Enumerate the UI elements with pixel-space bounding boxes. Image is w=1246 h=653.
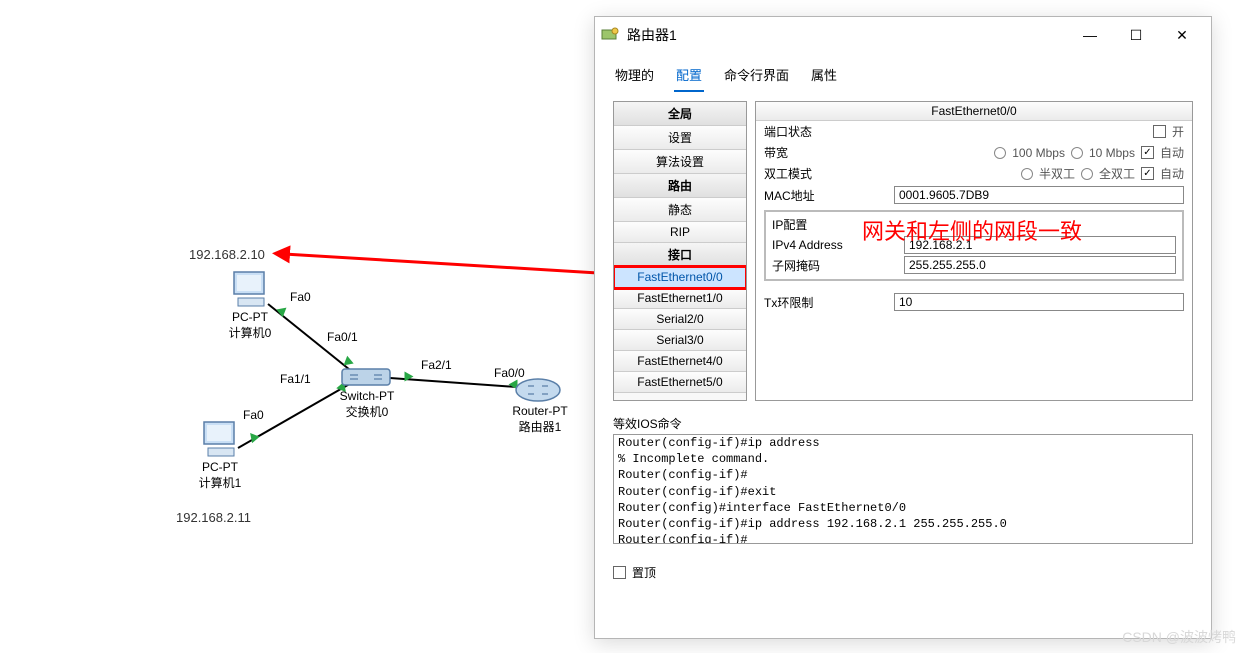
pin-top-label: 置顶 [632,564,656,581]
titlebar[interactable]: 路由器1 — ☐ ✕ [595,17,1211,53]
router-config-dialog: 路由器1 — ☐ ✕ 物理的 配置 命令行界面 属性 全局 设置 算法设置 路由… [594,16,1212,639]
annotation-text: 网关和左侧的网段一致 [862,214,1082,246]
config-panel: FastEthernet0/0 端口状态 开 带宽 100 Mbps 10 Mb… [755,101,1193,401]
tab-cli[interactable]: 命令行界面 [722,59,791,92]
ios-label: 等效IOS命令 [613,415,1193,432]
config-sidebar: 全局 设置 算法设置 路由 静态 RIP 接口 FastEthernet0/0 … [613,101,747,401]
pc1-port-label: Fa0 [243,408,264,422]
mask-input[interactable] [904,256,1176,274]
bandwidth-radio-10[interactable] [1071,147,1083,159]
duplex-label: 双工模式 [764,165,894,182]
panel-title: FastEthernet0/0 [756,102,1192,121]
bandwidth-auto-checkbox[interactable]: ✓ [1141,146,1154,159]
duplex-auto-checkbox[interactable]: ✓ [1141,167,1154,180]
watermark: CSDN @波波烤鸭 [1122,627,1236,647]
tabs: 物理的 配置 命令行界面 属性 [595,53,1211,93]
mac-label: MAC地址 [764,187,894,204]
sidebar-item-fe00[interactable]: FastEthernet0/0 [614,267,746,288]
port-status-checkbox[interactable] [1153,125,1166,138]
close-button[interactable]: ✕ [1159,20,1205,50]
sidebar-header-routing[interactable]: 路由 [614,174,746,198]
duplex-radio-full[interactable] [1081,168,1093,180]
pc1-icon[interactable] [200,418,242,463]
mask-label: 子网掩码 [772,257,904,274]
pc0-ip-label: 192.168.2.10 [189,247,265,262]
pc0-label: PC-PT 计算机0 [225,310,275,341]
sidebar-item-se20[interactable]: Serial2/0 [614,309,746,330]
ios-output[interactable]: Router(config-if)#ip address % Incomplet… [613,434,1193,544]
txring-label: Tx环限制 [764,294,894,311]
switch-port-fa01: Fa0/1 [327,330,358,344]
switch0-label: Switch-PT 交换机0 [332,389,402,420]
minimize-button[interactable]: — [1067,20,1113,50]
sidebar-header-global[interactable]: 全局 [614,102,746,126]
bandwidth-radio-100[interactable] [994,147,1006,159]
pc1-label: PC-PT 计算机1 [195,460,245,491]
sidebar-item-settings[interactable]: 设置 [614,126,746,150]
sidebar-header-interface[interactable]: 接口 [614,243,746,267]
window-title: 路由器1 [627,25,1067,45]
sidebar-item-fe40[interactable]: FastEthernet4/0 [614,351,746,372]
router1-label: Router-PT 路由器1 [510,404,570,435]
sidebar-item-algo[interactable]: 算法设置 [614,150,746,174]
sidebar-item-rip[interactable]: RIP [614,222,746,243]
switch-port-fa21: Fa2/1 [421,358,452,372]
pc0-port-label: Fa0 [290,290,311,304]
switch0-icon[interactable] [340,365,392,392]
router1-icon[interactable] [514,376,562,407]
switch-port-fa11: Fa1/1 [280,372,311,386]
pc1-ip-label: 192.168.2.11 [176,510,251,525]
sidebar-item-se30[interactable]: Serial3/0 [614,330,746,351]
tab-physical[interactable]: 物理的 [613,59,656,92]
tab-attributes[interactable]: 属性 [809,59,839,92]
app-icon [601,26,619,44]
port-status-label: 端口状态 [764,123,894,140]
txring-input[interactable] [894,293,1184,311]
maximize-button[interactable]: ☐ [1113,20,1159,50]
sidebar-item-static[interactable]: 静态 [614,198,746,222]
sidebar-item-fe50[interactable]: FastEthernet5/0 [614,372,746,393]
tab-config[interactable]: 配置 [674,59,704,92]
pin-top-checkbox[interactable] [613,566,626,579]
bandwidth-label: 带宽 [764,144,894,161]
sidebar-item-fe10[interactable]: FastEthernet1/0 [614,288,746,309]
duplex-radio-half[interactable] [1021,168,1033,180]
mac-input[interactable] [894,186,1184,204]
port-status-on: 开 [1172,123,1184,140]
pc0-icon[interactable] [230,268,272,313]
